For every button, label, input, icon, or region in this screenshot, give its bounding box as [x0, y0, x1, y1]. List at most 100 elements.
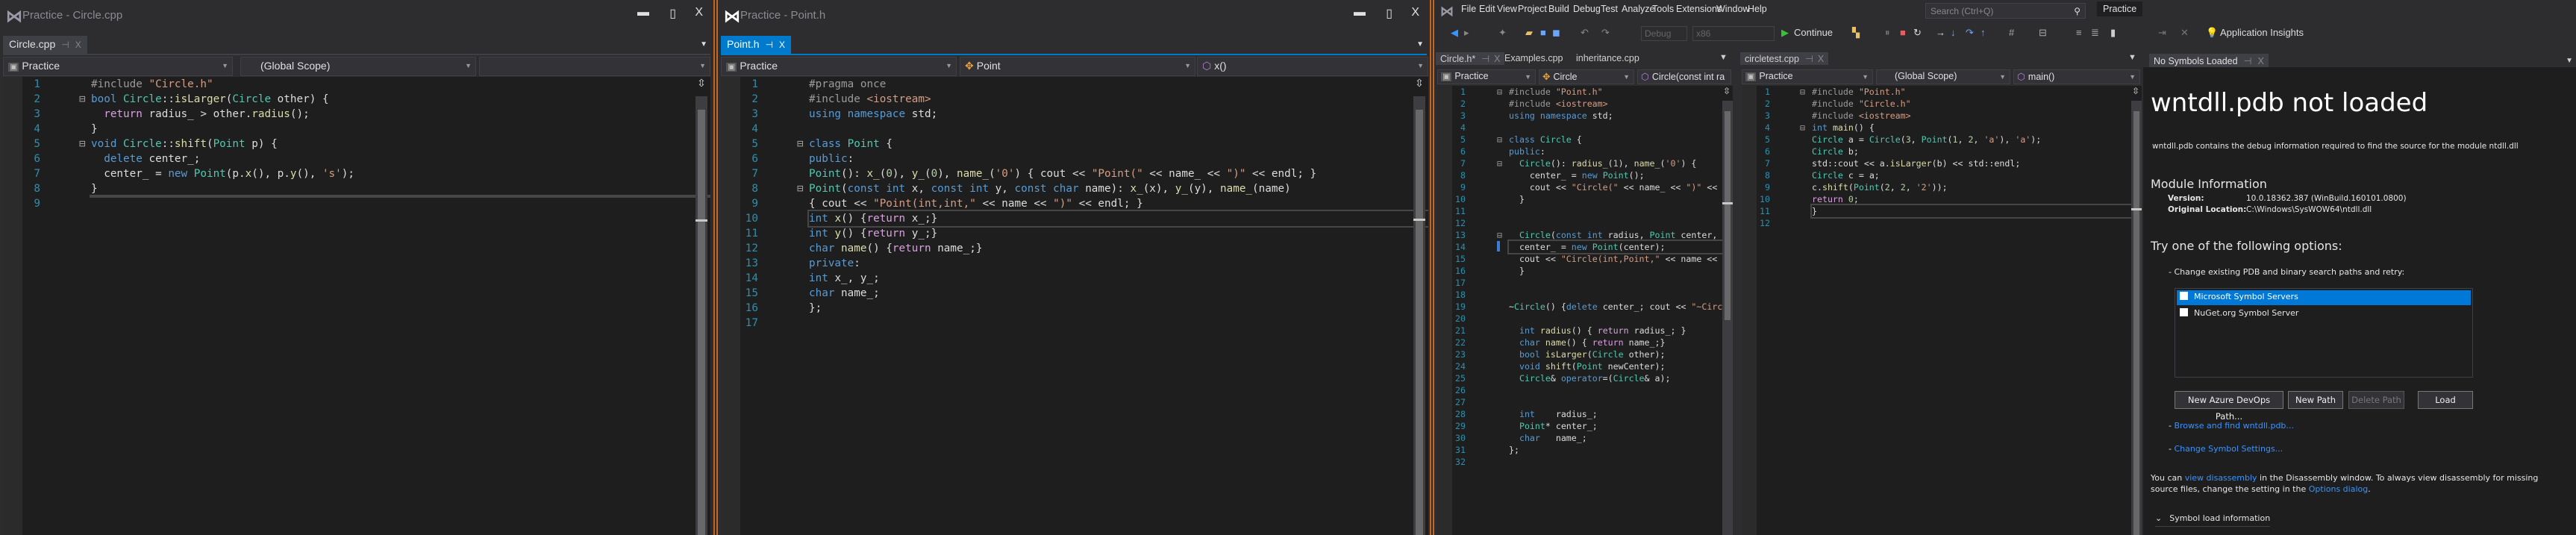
- code-line[interactable]: 16};: [721, 301, 1428, 316]
- fold-toggle-icon[interactable]: ⊟: [1497, 157, 1502, 169]
- fold-toggle-icon[interactable]: ⊟: [1497, 134, 1502, 146]
- code-line[interactable]: 1 ⊟ #include "Point.h": [1742, 86, 2142, 98]
- close-button[interactable]: X: [1411, 6, 1419, 19]
- symbol-server-item[interactable]: NuGet.org Symbol Server: [2177, 307, 2471, 322]
- view-disassembly-link[interactable]: view disassembly: [2185, 473, 2257, 483]
- next-bookmark-icon[interactable]: ⇥: [2158, 27, 2166, 39]
- code-line[interactable]: 6 delete center_;: [3, 151, 710, 166]
- menu-item-project[interactable]: Project: [1518, 4, 1547, 14]
- code-line[interactable]: 11: [1437, 205, 1733, 217]
- code-line[interactable]: 14 int x_, y_;: [721, 271, 1428, 286]
- code-line[interactable]: 1 #pragma once: [721, 77, 1428, 92]
- member-dropdown[interactable]: ⬡ x() ▼: [1197, 57, 1428, 76]
- close-tab-icon[interactable]: X: [779, 40, 785, 50]
- tab-point-h[interactable]: Point.h ⊣ X: [721, 36, 792, 54]
- menu-item-help[interactable]: Help: [1748, 4, 1767, 14]
- fold-toggle-icon[interactable]: ⊟: [1497, 229, 1502, 241]
- forward-icon[interactable]: ▸: [1464, 27, 1469, 39]
- scope-dropdown[interactable]: ✥ Point ▼: [960, 57, 1195, 76]
- tab-examples-cpp[interactable]: Examples.cpp: [1500, 52, 1568, 64]
- vertical-scrollbar[interactable]: [2131, 101, 2142, 535]
- code-line[interactable]: 3 #include <iostream>: [1742, 110, 2142, 122]
- fold-toggle-icon[interactable]: ⊟: [797, 137, 804, 151]
- indent-icon[interactable]: ⊟: [2039, 27, 2047, 39]
- tab-circletest-cpp[interactable]: circletest.cpp ⊣ X: [1740, 52, 1829, 65]
- code-line[interactable]: 10 }: [1437, 193, 1733, 205]
- code-line[interactable]: 21 int radius() { return radius_; }: [1437, 325, 1733, 337]
- code-line[interactable]: 18: [1437, 289, 1733, 301]
- project-dropdown[interactable]: ▣ Practice ▼: [1742, 69, 1873, 84]
- code-line[interactable]: 4}: [3, 122, 710, 137]
- server-checkbox[interactable]: [2180, 308, 2188, 316]
- code-line[interactable]: 9: [3, 196, 710, 211]
- code-line[interactable]: 4: [1437, 122, 1733, 134]
- search-input[interactable]: Search (Ctrl+Q) ⚲: [1925, 3, 2086, 19]
- uncomment-icon[interactable]: ≣: [2091, 27, 2099, 39]
- stop-icon[interactable]: ■: [1900, 27, 1906, 38]
- continue-button[interactable]: Continue: [1794, 27, 1833, 38]
- tab-list-dropdown-icon[interactable]: ▼: [1416, 40, 1424, 49]
- scope-dropdown[interactable]: ✥ Circle ▼: [1539, 69, 1634, 84]
- split-window-icon[interactable]: ⇳: [694, 77, 709, 93]
- tab-circle-h-[interactable]: Circle.h* ⊣ X: [1436, 52, 1505, 65]
- clear-bookmarks-icon[interactable]: ✕: [2180, 27, 2189, 39]
- code-line[interactable]: 26: [1437, 384, 1733, 396]
- code-line[interactable]: 27: [1437, 396, 1733, 408]
- code-line[interactable]: 11}: [1742, 204, 2142, 219]
- options-dialog-link[interactable]: Options dialog: [2309, 484, 2369, 494]
- menu-item-extensions[interactable]: Extensions: [1676, 4, 1722, 14]
- pin-icon[interactable]: ⊣: [1481, 54, 1489, 64]
- code-line[interactable]: 2 #include "Circle.h": [1742, 98, 2142, 110]
- code-line[interactable]: 32: [1437, 456, 1733, 468]
- code-line[interactable]: 13 ⊟ Circle(const int radius, Point cente…: [1437, 229, 1733, 241]
- redo-icon[interactable]: ↷: [1601, 27, 1610, 39]
- application-insights-button[interactable]: Application Insights: [2220, 27, 2304, 38]
- menu-item-build[interactable]: Build: [1548, 4, 1569, 14]
- configuration-dropdown[interactable]: Debug: [1641, 26, 1687, 41]
- pause-icon[interactable]: ⏸: [1885, 27, 1890, 39]
- member-dropdown[interactable]: ▼: [479, 57, 710, 76]
- undo-icon[interactable]: ↶: [1581, 27, 1589, 39]
- tab-inheritance-cpp[interactable]: inheritance.cpp: [1572, 52, 1644, 64]
- code-line[interactable]: 7 Point(): x_(0), y_(0), name_('0') { cou…: [721, 166, 1428, 181]
- project-dropdown[interactable]: ▣ Practice ▼: [3, 57, 233, 76]
- fold-toggle-icon[interactable]: ⊟: [1800, 122, 1805, 134]
- continue-icon[interactable]: ▶: [1781, 27, 1789, 39]
- save-icon[interactable]: ■: [1540, 27, 1546, 38]
- code-line[interactable]: 7 ⊟ Circle(): radius_(1), name_('0') {: [1437, 157, 1733, 169]
- menu-item-window[interactable]: Window: [1716, 4, 1749, 14]
- code-line[interactable]: 29 Point* center_;: [1437, 420, 1733, 432]
- member-dropdown[interactable]: ⬡ Circle(const int ra: [1637, 69, 1731, 84]
- open-folder-icon[interactable]: ▰: [1525, 27, 1533, 39]
- code-line[interactable]: 9 cout << "Circle(" << name_ << ")" <<: [1437, 181, 1733, 193]
- load-button[interactable]: Load: [2418, 391, 2473, 409]
- code-line[interactable]: 12: [1437, 217, 1733, 229]
- code-line[interactable]: 4: [721, 122, 1428, 137]
- process-icon[interactable]: ▚: [1852, 27, 1860, 39]
- scope-dropdown[interactable]: (Global Scope) ▼: [1876, 69, 2010, 84]
- change-symbol-settings-link[interactable]: Change Symbol Settings...: [2174, 444, 2283, 454]
- step-over-icon[interactable]: ↷: [1966, 27, 1974, 39]
- code-editor[interactable]: 1 ⊟ #include "Point.h" 2 #include "Circle.h"…: [1742, 86, 2142, 535]
- code-line[interactable]: 30 char name_;: [1437, 432, 1733, 444]
- code-line[interactable]: 11 int y() {return y_;}: [721, 226, 1428, 241]
- member-dropdown[interactable]: ⬡ main() ▼: [2013, 69, 2140, 84]
- code-line[interactable]: 14 center_ = new Point(center);: [1437, 240, 1733, 254]
- menu-item-test[interactable]: Test: [1601, 4, 1618, 14]
- code-editor[interactable]: 1 #pragma once 2 #include <iostream> 3 using …: [721, 77, 1428, 535]
- code-line[interactable]: 23 bool isLarger(Circle other);: [1437, 348, 1733, 360]
- code-line[interactable]: 13 private:: [721, 256, 1428, 271]
- save-all-icon[interactable]: ◼: [1552, 27, 1560, 39]
- browse-link[interactable]: Browse and find wntdll.pdb...: [2174, 421, 2293, 431]
- tab-list-dropdown-icon[interactable]: ▼: [2566, 57, 2573, 65]
- fold-toggle-icon[interactable]: ⊟: [79, 92, 86, 107]
- code-line[interactable]: 12 char name() {return name_;}: [721, 241, 1428, 256]
- project-dropdown[interactable]: ▣ Practice ▼: [1437, 69, 1536, 84]
- tab-circle-cpp[interactable]: Circle.cpp ⊣ X: [3, 36, 87, 54]
- code-line[interactable]: 5 ⊟ void Circle::shift(Point p) {: [3, 137, 710, 151]
- code-line[interactable]: 5 Circle a = Circle(3, Point(1, 2, 'a'), …: [1742, 134, 2142, 146]
- maximize-button[interactable]: ▯: [669, 6, 676, 21]
- code-line[interactable]: 8 ⊟ Point(const int x, const int y, const …: [721, 181, 1428, 196]
- code-line[interactable]: 28 int radius_;: [1437, 408, 1733, 420]
- code-line[interactable]: 3 return radius_ > other.radius();: [3, 107, 710, 122]
